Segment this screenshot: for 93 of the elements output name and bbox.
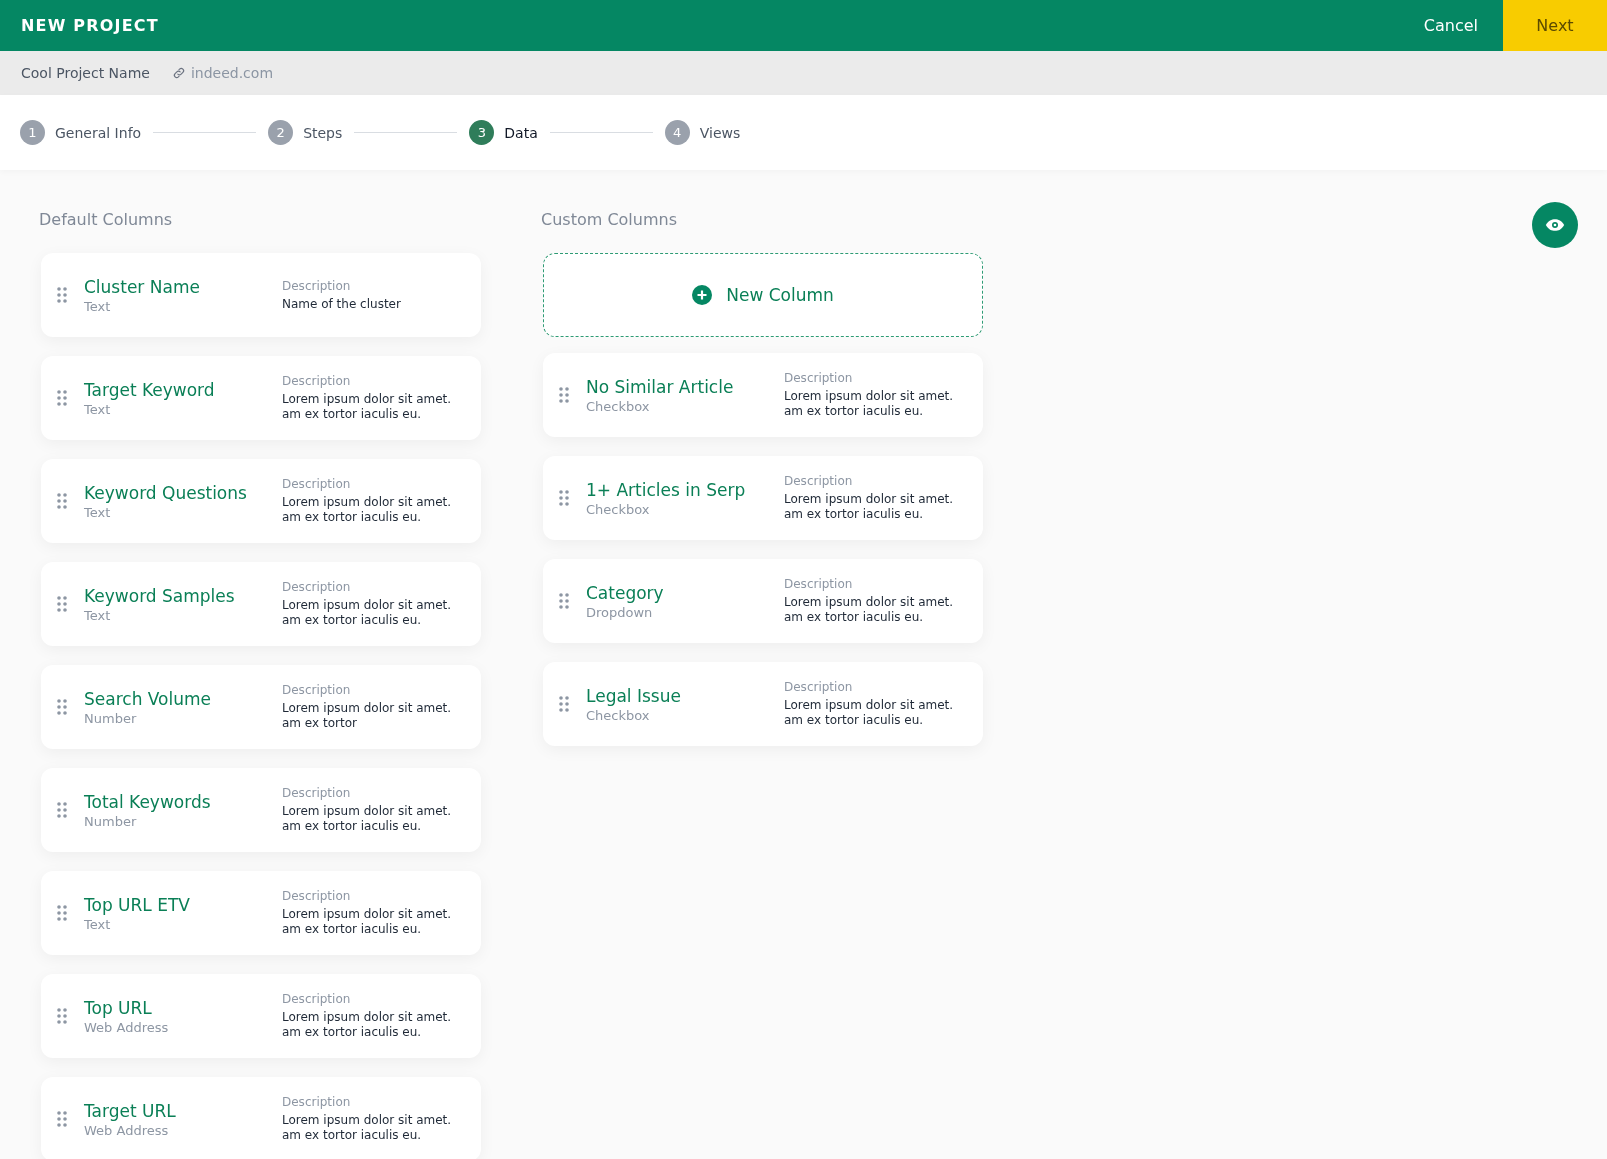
drag-handle-icon[interactable] bbox=[57, 1111, 67, 1127]
description-label: Description bbox=[282, 683, 352, 697]
column-type: Number bbox=[84, 813, 138, 829]
drag-handle-icon[interactable] bbox=[57, 699, 67, 715]
column-name: Legal Issue bbox=[586, 685, 682, 706]
column-card[interactable]: Top URL ETV Text Description Lorem ipsum dolor sit amet. am ex tortor iaculis eu. bbox=[41, 871, 481, 955]
description-label: Description bbox=[282, 278, 352, 293]
description-label: Description bbox=[282, 477, 352, 491]
column-card[interactable]: Total Keywords Number Description Lorem ipsum dolor sit amet. am ex tortor iaculis eu. bbox=[41, 768, 481, 852]
column-name: No Similar Article bbox=[586, 376, 735, 397]
column-name: Target Keyword bbox=[84, 379, 216, 400]
column-name: Keyword Questions bbox=[84, 482, 248, 503]
description-text: Name of the cluster bbox=[282, 296, 402, 312]
column-card[interactable]: Keyword Questions Text Description Lorem ipsum dolor sit amet. am ex tortor iaculis eu. bbox=[41, 459, 481, 543]
drag-handle-icon[interactable] bbox=[559, 593, 569, 609]
preview-button[interactable] bbox=[1532, 202, 1578, 248]
step-tab[interactable]: 2 Steps bbox=[268, 120, 343, 145]
description-label: Description bbox=[282, 1095, 352, 1109]
step-tab[interactable]: 4 Views bbox=[664, 120, 741, 145]
description-label: Description bbox=[784, 474, 854, 488]
drag-handle-icon[interactable] bbox=[57, 493, 67, 509]
section-heading: Default Columns bbox=[39, 210, 174, 229]
eye-icon bbox=[1545, 218, 1565, 232]
column-name: Search Volume bbox=[84, 688, 213, 709]
drag-handle-icon[interactable] bbox=[57, 905, 67, 921]
description-text: Lorem ipsum dolor sit amet. am ex tortor iaculis eu. bbox=[282, 1010, 453, 1040]
description-label: Description bbox=[784, 577, 854, 591]
drag-handle-icon[interactable] bbox=[559, 490, 569, 506]
description-text: Lorem ipsum dolor sit amet. am ex tortor iaculis eu. bbox=[784, 492, 955, 522]
drag-handle-icon[interactable] bbox=[57, 287, 67, 303]
description-text: Lorem ipsum dolor sit amet. am ex tortor iaculis eu. bbox=[282, 392, 453, 422]
column-type: Dropdown bbox=[586, 604, 654, 620]
column-name: Category bbox=[586, 582, 665, 603]
description-label: Description bbox=[282, 374, 352, 388]
column-type: Text bbox=[84, 401, 112, 417]
column-name: 1+ Articles in Serp bbox=[586, 479, 747, 500]
drag-handle-icon[interactable] bbox=[57, 802, 67, 818]
column-type: Text bbox=[84, 607, 112, 623]
description-label: Description bbox=[282, 992, 352, 1006]
link-icon bbox=[171, 66, 186, 80]
description-text: Lorem ipsum dolor sit amet. am ex tortor iaculis eu. bbox=[282, 495, 453, 525]
column-type: Web Address bbox=[84, 1019, 170, 1035]
column-type: Text bbox=[84, 504, 112, 520]
drag-handle-icon[interactable] bbox=[559, 387, 569, 403]
column-card[interactable]: No Similar Article Checkbox Description Lorem ipsum dolor sit amet. am ex tortor iaculis eu. bbox=[543, 353, 983, 437]
column-name: Target URL bbox=[84, 1100, 177, 1121]
drag-handle-icon[interactable] bbox=[559, 696, 569, 712]
column-name: Cluster Name bbox=[84, 276, 201, 297]
column-type: Text bbox=[84, 298, 112, 314]
description-text: Lorem ipsum dolor sit amet. am ex tortor iaculis eu. bbox=[784, 595, 955, 625]
column-type: Checkbox bbox=[586, 707, 651, 723]
description-text: Lorem ipsum dolor sit amet. am ex tortor iaculis eu. bbox=[282, 1113, 453, 1143]
column-card[interactable]: Target Keyword Text Description Lorem ipsum dolor sit amet. am ex tortor iaculis eu. bbox=[41, 356, 481, 440]
column-type: Web Address bbox=[84, 1122, 170, 1138]
column-card[interactable]: Category Dropdown Description Lorem ipsum dolor sit amet. am ex tortor iaculis eu. bbox=[543, 559, 983, 643]
description-label: Description bbox=[784, 371, 854, 385]
description-text: Lorem ipsum dolor sit amet. am ex tortor iaculis eu. bbox=[784, 698, 955, 728]
description-label: Description bbox=[784, 680, 854, 694]
description-text: Lorem ipsum dolor sit amet. am ex tortor iaculis eu. bbox=[784, 389, 955, 419]
column-type: Number bbox=[84, 710, 138, 726]
description-text: Lorem ipsum dolor sit amet. am ex tortor iaculis eu. bbox=[282, 804, 453, 834]
column-card[interactable]: Target URL Web Address Description Lorem ipsum dolor sit amet. am ex tortor iaculis eu. bbox=[41, 1077, 481, 1159]
cancel-button[interactable]: Cancel bbox=[1398, 0, 1503, 51]
column-card[interactable]: Legal Issue Checkbox Description Lorem ipsum dolor sit amet. am ex tortor iaculis eu. bbox=[543, 662, 983, 746]
page-title: NEW PROJECT bbox=[21, 16, 159, 35]
column-card[interactable]: Cluster Name Text Description Name of the cluster bbox=[41, 253, 481, 337]
next-button[interactable]: Next bbox=[1503, 0, 1607, 51]
description-label: Description bbox=[282, 580, 352, 594]
column-type: Checkbox bbox=[586, 501, 651, 517]
drag-handle-icon[interactable] bbox=[57, 1008, 67, 1024]
drag-handle-icon[interactable] bbox=[57, 390, 67, 406]
plus-icon bbox=[692, 285, 713, 305]
description-text: Lorem ipsum dolor sit amet. am ex tortor iaculis eu. bbox=[282, 907, 453, 937]
description-text: Lorem ipsum dolor sit amet. am ex tortor iaculis eu. bbox=[282, 598, 453, 628]
project-name: Cool Project Name bbox=[21, 65, 150, 81]
description-label: Description bbox=[282, 786, 352, 800]
drag-handle-icon[interactable] bbox=[57, 596, 67, 612]
column-type: Checkbox bbox=[586, 398, 651, 414]
section-heading: Custom Columns bbox=[541, 210, 678, 229]
column-card[interactable]: 1+ Articles in Serp Checkbox Description Lorem ipsum dolor sit amet. am ex tortor iaculis eu. bbox=[543, 456, 983, 540]
column-name: Top URL ETV bbox=[84, 894, 191, 915]
column-card[interactable]: Search Volume Number Description Lorem ipsum dolor sit amet. am ex tortor bbox=[41, 665, 481, 749]
step-tab[interactable]: 3 Data bbox=[469, 120, 538, 145]
column-card[interactable]: Top URL Web Address Description Lorem ipsum dolor sit amet. am ex tortor iaculis eu. bbox=[41, 974, 481, 1058]
description-text: Lorem ipsum dolor sit amet. am ex tortor bbox=[282, 701, 453, 731]
column-type: Text bbox=[84, 916, 112, 932]
description-label: Description bbox=[282, 889, 352, 903]
column-name: Top URL bbox=[84, 997, 153, 1018]
column-name: Total Keywords bbox=[84, 791, 212, 812]
column-name: Keyword Samples bbox=[84, 585, 236, 606]
new-column-button[interactable]: New Column bbox=[543, 253, 983, 337]
column-card[interactable]: Keyword Samples Text Description Lorem ipsum dolor sit amet. am ex tortor iaculis eu. bbox=[41, 562, 481, 646]
step-tab[interactable]: 1 General Info bbox=[20, 120, 142, 145]
